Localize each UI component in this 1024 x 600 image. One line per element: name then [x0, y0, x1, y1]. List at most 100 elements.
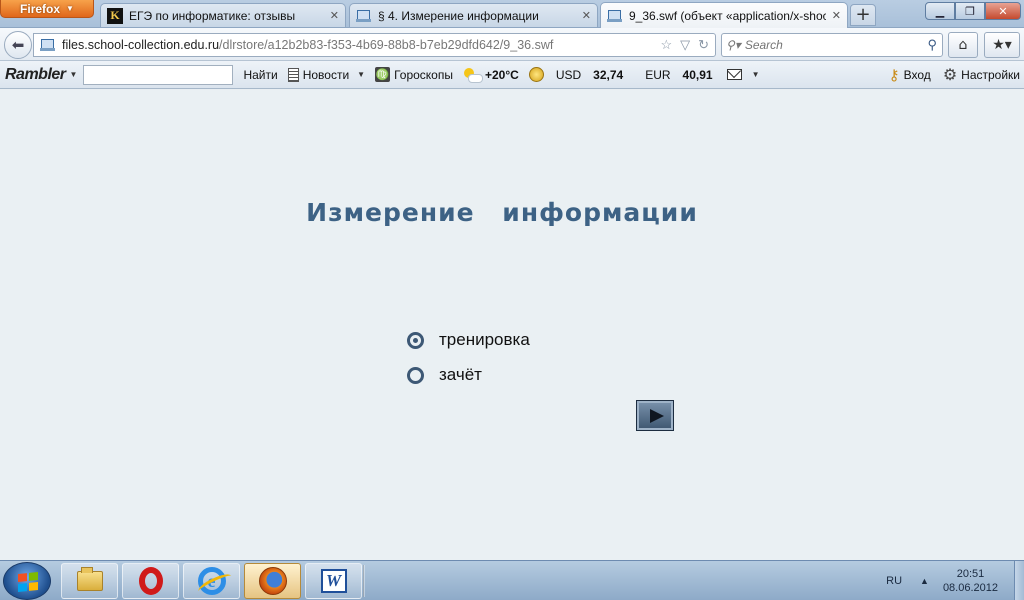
temperature: +20°C — [484, 67, 519, 82]
search-input[interactable] — [744, 38, 895, 52]
url-host: files.school-collection.edu.ru — [62, 38, 220, 52]
start-button[interactable] — [636, 400, 674, 431]
folder-icon — [76, 567, 103, 591]
settings-label: Настройки — [961, 67, 1020, 82]
taskbar-divider — [363, 565, 365, 597]
title-bar: Firefox ▼ K ЕГЭ по информатике: отзывы ✕… — [0, 0, 1024, 28]
history-dropdown-icon[interactable]: ▽ — [680, 37, 690, 53]
news-label: Новости — [302, 67, 350, 82]
search-bar[interactable]: ⚲▾ ⚲ — [721, 33, 943, 57]
clock-date: 08.06.2012 — [942, 582, 998, 594]
eur-label: EUR — [645, 67, 671, 82]
chevron-down-icon: ▼ — [751, 70, 760, 79]
close-icon[interactable]: ✕ — [330, 9, 339, 22]
url-bar[interactable]: files.school-collection.edu.ru/dlrstore/… — [33, 33, 716, 57]
url-actions: ☆ ▽ ↻ — [660, 37, 709, 53]
word-icon: W — [320, 569, 347, 593]
k-site-icon: K — [107, 7, 123, 24]
zodiac-icon: ♍ — [375, 67, 391, 82]
rambler-settings[interactable]: ⚙ Настройки — [943, 65, 1020, 85]
tab-label: 9_36.swf (объект «application/x-shoc… — [629, 8, 826, 23]
bookmarks-button[interactable]: ★▾ — [984, 32, 1020, 58]
play-icon — [649, 408, 664, 423]
key-icon: ⚷ — [888, 66, 900, 84]
close-icon[interactable]: ✕ — [582, 9, 591, 22]
windows-logo-icon — [18, 571, 38, 593]
restore-button[interactable]: ❐ — [955, 2, 985, 20]
clock-time: 20:51 — [956, 568, 985, 580]
close-window-button[interactable]: ✕ — [985, 2, 1021, 20]
new-tab-button[interactable]: + — [850, 4, 876, 26]
taskbar-word[interactable]: W — [305, 563, 362, 599]
internet-explorer-icon: e — [197, 567, 226, 595]
coin-icon — [528, 67, 544, 82]
option-label: тренировка — [439, 330, 530, 349]
usd-value: 32,74 — [593, 67, 624, 82]
home-button[interactable]: ⌂ — [948, 32, 978, 58]
option-test[interactable]: зачёт — [407, 365, 482, 385]
rambler-horoscopes[interactable]: ♍ Гороскопы — [375, 67, 453, 82]
bookmark-star-icon[interactable]: ☆ — [660, 37, 672, 53]
rambler-toolbar: Rambler ▼ Найти Новости ▼ ♍ Гороскопы +2… — [0, 61, 1024, 89]
show-desktop-button[interactable] — [1014, 561, 1024, 600]
taskbar-explorer[interactable] — [61, 563, 118, 599]
rambler-find-button[interactable]: Найти — [243, 68, 277, 82]
tab-label: ЕГЭ по информатике: отзывы — [129, 8, 296, 23]
chevron-down-icon: ▼ — [357, 70, 366, 79]
site-identity-icon[interactable] — [40, 39, 56, 51]
tab-label: § 4. Измерение информации — [378, 8, 539, 23]
tab-ege-reviews[interactable]: K ЕГЭ по информатике: отзывы ✕ — [100, 3, 346, 27]
show-hidden-icons-icon[interactable]: ▲ — [920, 576, 929, 586]
flash-content[interactable]: Измерение информации тренировка зачёт — [0, 90, 1024, 560]
firefox-icon — [258, 567, 287, 595]
mail-icon — [726, 69, 742, 80]
news-icon — [287, 67, 299, 82]
weather-icon — [463, 67, 483, 83]
taskbar-internet-explorer[interactable]: e — [183, 563, 240, 599]
option-training[interactable]: тренировка — [407, 330, 530, 350]
rambler-weather[interactable]: +20°C — [463, 67, 519, 83]
reload-icon[interactable]: ↻ — [698, 37, 709, 53]
firefox-menu-button[interactable]: Firefox ▼ — [0, 0, 94, 18]
usd-label: USD — [555, 67, 582, 82]
tab-measurement[interactable]: § 4. Измерение информации ✕ — [349, 3, 598, 27]
opera-icon — [138, 567, 163, 595]
chevron-down-icon[interactable]: ▼ — [70, 70, 78, 79]
system-tray: RU ▲ 20:51 08.06.2012 — [886, 561, 1024, 600]
tab-swf-active[interactable]: 9_36.swf (объект «application/x-shoc… ✕ — [600, 2, 848, 28]
rambler-account: ⚷ Вход ⚙ Настройки — [889, 65, 1020, 85]
search-engine-icon[interactable]: ⚲▾ — [726, 38, 741, 52]
home-icon: ⌂ — [958, 37, 968, 53]
find-label: Найти — [243, 67, 278, 82]
minimize-button[interactable]: ▁ — [925, 2, 955, 20]
login-label: Вход — [903, 67, 931, 82]
bookmarks-star-icon: ★▾ — [992, 37, 1012, 53]
taskbar: e W RU ▲ 20:51 08.06.2012 — [0, 560, 1024, 600]
rambler-search-input[interactable] — [83, 64, 234, 85]
page-icon — [356, 9, 372, 22]
rambler-logo[interactable]: Rambler — [5, 66, 66, 84]
radio-unselected-icon[interactable] — [407, 366, 424, 384]
horoscopes-label: Гороскопы — [394, 67, 453, 82]
close-icon[interactable]: ✕ — [832, 9, 841, 22]
restore-icon: ❐ — [965, 4, 975, 18]
rambler-mail[interactable]: ▼ — [726, 69, 760, 80]
radio-selected-icon[interactable] — [407, 331, 424, 349]
minimize-icon: ▁ — [935, 4, 945, 18]
eur-value: 40,91 — [682, 67, 713, 82]
rambler-news[interactable]: Новости ▼ — [287, 67, 366, 82]
firefox-menu-label: Firefox — [20, 1, 61, 16]
rambler-login[interactable]: ⚷ Вход — [889, 66, 931, 84]
taskbar-firefox[interactable] — [244, 563, 301, 599]
search-icon[interactable]: ⚲ — [927, 37, 937, 53]
start-button-windows[interactable] — [3, 562, 51, 600]
taskbar-opera[interactable] — [122, 563, 179, 599]
language-indicator[interactable]: RU — [886, 575, 902, 587]
back-arrow-icon: ⬅ — [11, 36, 25, 54]
back-button[interactable]: ⬅ — [4, 31, 32, 59]
rambler-currency[interactable]: USD 32,74 EUR 40,91 — [528, 67, 713, 82]
close-icon: ✕ — [998, 4, 1008, 18]
clock[interactable]: 20:51 08.06.2012 — [943, 567, 998, 595]
option-label: зачёт — [439, 365, 482, 384]
page-title: Измерение информации — [306, 198, 698, 227]
